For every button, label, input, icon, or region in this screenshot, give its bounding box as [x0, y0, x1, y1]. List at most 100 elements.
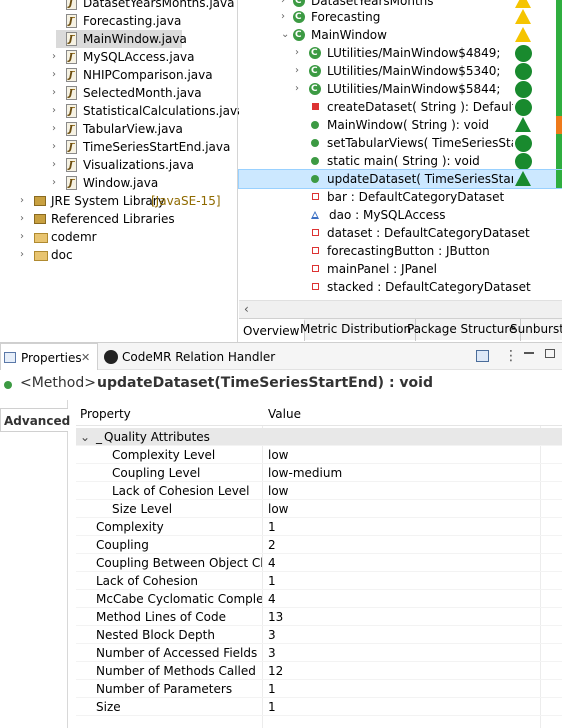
table-row[interactable]: Complexity Level low: [76, 446, 562, 464]
tree-item-mainwindow[interactable]: J MainWindow.java: [56, 30, 187, 48]
tree-item-main[interactable]: static main( String ): void: [239, 152, 562, 170]
class-icon: [293, 26, 305, 44]
status-good-icon: [515, 135, 532, 152]
tree-item-field-forecastingbutton[interactable]: forecastingButton : JButton: [239, 242, 562, 260]
metric-bar: [556, 98, 562, 116]
metric-bar: [556, 170, 562, 188]
chevron-right-icon[interactable]: ›: [295, 44, 305, 62]
chevron-right-icon[interactable]: ›: [281, 8, 291, 26]
tree-item-codemr[interactable]: › codemr: [0, 228, 238, 246]
tree-item-visualizations[interactable]: › J Visualizations.java: [0, 156, 238, 174]
metric-bar: [556, 44, 562, 62]
tree-item-field-mainpanel[interactable]: mainPanel : JPanel: [239, 260, 562, 278]
private-field-icon: [312, 283, 319, 290]
tree-item-updatedataset[interactable]: updateDataset( TimeSeriesStartEnd ): voi…: [238, 169, 562, 189]
tree-item-inner-class-5340[interactable]: › LUtilities/MainWindow$5340;: [239, 62, 562, 80]
chevron-right-icon[interactable]: ›: [20, 246, 30, 264]
chevron-left-icon[interactable]: ‹: [244, 302, 249, 316]
table-row[interactable]: Method Lines of Code 13: [76, 608, 562, 626]
tree-item-createdataset[interactable]: createDataset( String ): DefaultCategory…: [239, 98, 562, 116]
chevron-right-icon[interactable]: ›: [20, 192, 30, 210]
chevron-right-icon[interactable]: ›: [52, 66, 62, 84]
java-file-icon: J: [66, 176, 77, 190]
table-row[interactable]: Number of Parameters 1: [76, 680, 562, 698]
tab-codemr-relation-handler[interactable]: CodeMR Relation Handler: [102, 343, 275, 371]
tree-item-forecasting[interactable]: J Forecasting.java: [0, 12, 238, 30]
tree-item-nhipcomparison[interactable]: › J NHIPComparison.java: [0, 66, 238, 84]
tree-item-mysqlaccess[interactable]: › J MySQLAccess.java: [0, 48, 238, 66]
chevron-down-icon[interactable]: ⌄: [80, 428, 90, 446]
private-field-icon: [312, 229, 319, 236]
tab-metric-distribution[interactable]: Metric Distribution: [296, 319, 417, 341]
tab-sunburst[interactable]: Sunburst: [506, 319, 562, 341]
tree-item-settabularviews[interactable]: setTabularViews( TimeSeriesStartEnd ): v…: [239, 134, 562, 152]
tree-item-field-dataset[interactable]: dataset : DefaultCategoryDataset: [239, 224, 562, 242]
maximize-icon[interactable]: [545, 349, 555, 358]
table-row[interactable]: Lack of Cohesion Level low: [76, 482, 562, 500]
chevron-right-icon[interactable]: ›: [20, 210, 30, 228]
tree-item-mainwindow-class[interactable]: ⌄ MainWindow: [239, 26, 562, 44]
tab-properties[interactable]: Properties ✕: [0, 343, 98, 371]
chevron-down-icon[interactable]: ⌄: [281, 26, 291, 44]
table-row[interactable]: Number of Methods Called 12: [76, 662, 562, 680]
tree-item-field-stacked[interactable]: stacked : DefaultCategoryDataset: [239, 278, 562, 296]
java-file-icon: J: [66, 14, 77, 28]
java-file-icon: J: [66, 140, 77, 154]
table-row[interactable]: McCabe Cyclomatic Complexit 4: [76, 590, 562, 608]
status-good-icon: [515, 81, 532, 98]
column-header-value[interactable]: Value: [268, 404, 301, 424]
tree-item-field-bar[interactable]: bar : DefaultCategoryDataset: [239, 188, 562, 206]
chevron-right-icon[interactable]: ›: [52, 102, 62, 120]
tree-item-window[interactable]: › J Window.java: [0, 174, 238, 192]
tree-item-inner-class-5844[interactable]: › LUtilities/MainWindow$5844;: [239, 80, 562, 98]
chevron-right-icon[interactable]: ›: [52, 174, 62, 192]
tree-item-timeseriesstartend[interactable]: › J TimeSeriesStartEnd.java: [0, 138, 238, 156]
tree-item-doc[interactable]: › doc: [0, 246, 238, 264]
chevron-right-icon[interactable]: ›: [52, 120, 62, 138]
chevron-right-icon[interactable]: ›: [52, 156, 62, 174]
metric-bar: [556, 116, 562, 134]
minimize-icon[interactable]: [524, 352, 534, 354]
tree-item-selectedmonth[interactable]: › J SelectedMonth.java: [0, 84, 238, 102]
table-row[interactable]: Coupling 2: [76, 536, 562, 554]
tree-item-referenced-libraries[interactable]: › Referenced Libraries: [0, 210, 238, 228]
chevron-right-icon[interactable]: ›: [295, 80, 305, 98]
java-file-icon: J: [66, 86, 77, 100]
table-row[interactable]: Coupling Between Object Class 4: [76, 554, 562, 572]
view-menu-icon[interactable]: ⋮: [504, 347, 518, 365]
table-row[interactable]: Size Level low: [76, 500, 562, 518]
tab-advanced[interactable]: Advanced: [0, 408, 70, 432]
metric-bar: [556, 134, 562, 152]
metric-bar: [556, 152, 562, 170]
table-row[interactable]: Coupling Level low-medium: [76, 464, 562, 482]
tree-item-inner-class-4849[interactable]: › LUtilities/MainWindow$4849;: [239, 44, 562, 62]
class-icon: [309, 62, 321, 80]
tree-item-field-dao[interactable]: dao : MySQLAccess: [239, 206, 562, 224]
library-icon: [34, 196, 46, 206]
table-row[interactable]: Size 1: [76, 698, 562, 716]
pin-icon[interactable]: [476, 350, 489, 362]
close-icon[interactable]: ✕: [81, 344, 90, 372]
chevron-right-icon[interactable]: ›: [52, 48, 62, 66]
tab-package-structure[interactable]: Package Structure: [403, 319, 522, 341]
chevron-right-icon[interactable]: ›: [52, 84, 62, 102]
status-triangle-icon: [515, 117, 531, 132]
table-row[interactable]: Complexity 1: [76, 518, 562, 536]
tree-item-tabularview[interactable]: › J TabularView.java: [0, 120, 238, 138]
tree-item-mainwindow-constructor[interactable]: MainWindow( String ): void: [239, 116, 562, 134]
tree-item-forecasting-class[interactable]: › Forecasting: [239, 8, 562, 26]
tree-item-jre-system-library[interactable]: › JRE System Library [JavaSE-15]: [0, 192, 238, 210]
category-row-quality-attributes[interactable]: ⌄ _ Quality Attributes: [76, 428, 562, 446]
chevron-right-icon[interactable]: ›: [20, 228, 30, 246]
table-row[interactable]: Number of Accessed Fields 3: [76, 644, 562, 662]
table-row[interactable]: Lack of Cohesion 1: [76, 572, 562, 590]
table-row[interactable]: Nested Block Depth 3: [76, 626, 562, 644]
horizontal-scrollbar[interactable]: ‹: [239, 300, 562, 318]
column-header-property[interactable]: Property: [80, 404, 131, 424]
status-good-icon: [515, 153, 532, 170]
chevron-right-icon[interactable]: ›: [52, 138, 62, 156]
tab-overview[interactable]: Overview: [239, 319, 305, 341]
tree-item-datasetyearsmonths[interactable]: J DatasetYearsMonths.java: [0, 0, 238, 12]
chevron-right-icon[interactable]: ›: [295, 62, 305, 80]
tree-item-statisticalcalculations[interactable]: › J StatisticalCalculations.java: [0, 102, 244, 120]
